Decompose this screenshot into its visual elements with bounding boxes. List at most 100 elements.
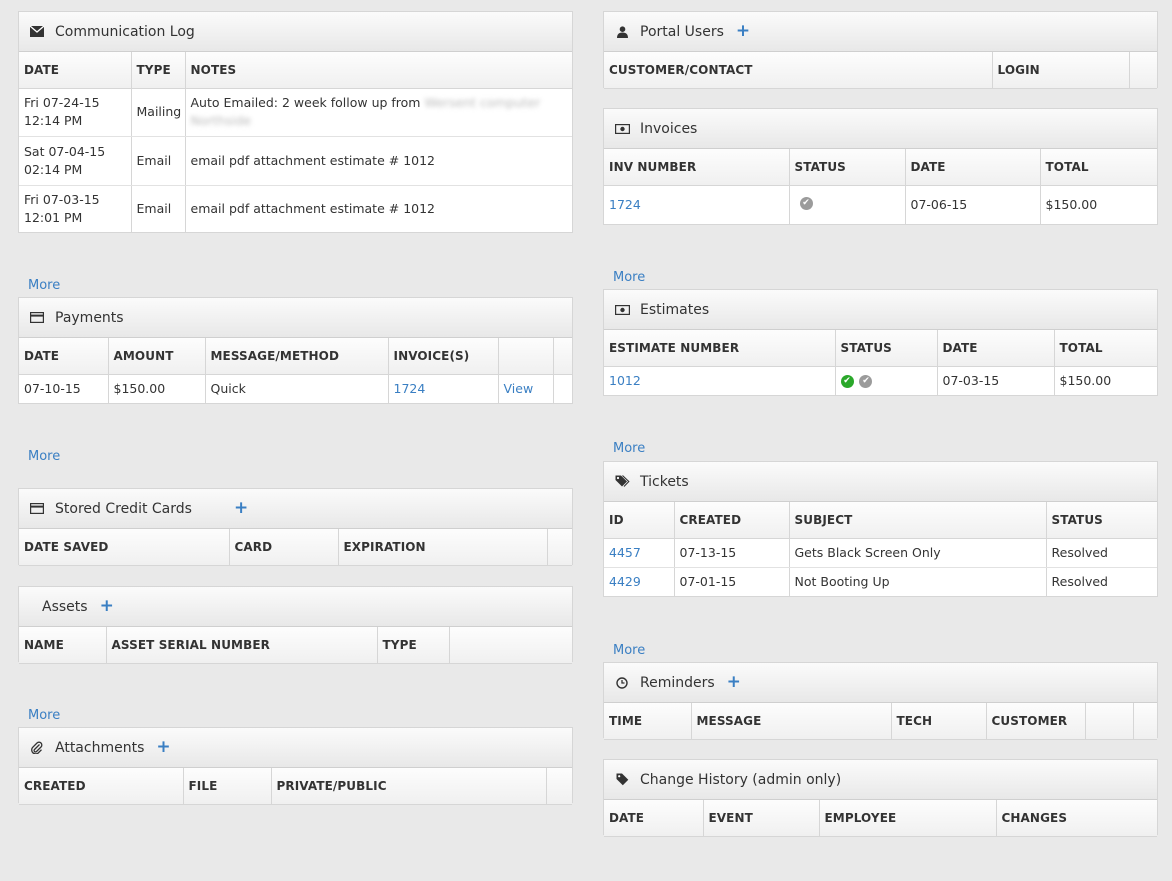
log-notes-text: Auto Emailed: 2 week follow up from xyxy=(190,95,421,110)
column-header-date[interactable]: DATE xyxy=(19,338,109,375)
table-row: 4457 07-13-15 Gets Black Screen Only Res… xyxy=(604,538,1157,568)
column-header-login[interactable]: LOGIN xyxy=(992,52,1130,89)
column-header-changes[interactable]: CHANGES xyxy=(996,800,1157,837)
column-header-visibility[interactable]: PRIVATE/PUBLIC xyxy=(271,768,547,805)
communication-log-more-link[interactable]: More xyxy=(28,278,60,293)
column-header-serial[interactable]: ASSET SERIAL NUMBER xyxy=(106,627,378,664)
payment-invoice-cell: 1724 xyxy=(388,374,499,404)
payments-more-link[interactable]: More xyxy=(28,449,60,464)
estimate-number-link[interactable]: 1012 xyxy=(609,373,641,388)
tickets-more-link[interactable]: More xyxy=(613,643,645,658)
log-date: Sat 07-04-15 02:14 PM xyxy=(19,136,132,186)
status-green-check-icon: ✔ xyxy=(840,375,854,389)
column-header-type[interactable]: TYPE xyxy=(377,627,450,664)
column-header-extra xyxy=(553,338,572,375)
invoices-panel: Invoices INV NUMBER STATUS DATE TOTAL 17… xyxy=(603,108,1158,225)
ticket-status: Resolved xyxy=(1051,573,1108,589)
stored-credit-cards-title: Stored Credit Cards xyxy=(55,500,192,517)
payment-view-link[interactable]: View xyxy=(504,381,534,396)
user-icon xyxy=(614,24,630,40)
invoice-number-cell: 1724 xyxy=(604,185,790,225)
column-header-date[interactable]: DATE xyxy=(905,149,1041,186)
column-header-method[interactable]: MESSAGE/METHOD xyxy=(205,338,389,375)
column-header-date[interactable]: DATE xyxy=(937,330,1055,367)
column-header-file[interactable]: FILE xyxy=(183,768,272,805)
log-date-day: Fri 07-24-15 xyxy=(24,95,100,110)
column-header-date[interactable]: DATE xyxy=(19,52,132,89)
log-date-time: 12:01 PM xyxy=(24,210,83,226)
ticket-id-link[interactable]: 4429 xyxy=(609,574,641,589)
change-history-header: Change History (admin only) xyxy=(604,760,1157,800)
ticket-id-link[interactable]: 4457 xyxy=(609,545,641,560)
add-portal-user-button[interactable]: + xyxy=(736,23,750,40)
column-header-time[interactable]: TIME xyxy=(604,703,692,740)
communication-log-header: Communication Log xyxy=(19,12,572,52)
column-header-inv-number[interactable]: INV NUMBER xyxy=(604,149,790,186)
invoice-number-link[interactable]: 1724 xyxy=(609,197,641,212)
add-credit-card-button[interactable]: + xyxy=(234,500,248,517)
table-row: 4429 07-01-15 Not Booting Up Resolved xyxy=(604,567,1157,596)
column-header-status[interactable]: STATUS xyxy=(1046,502,1157,539)
payments-header: Payments xyxy=(19,298,572,338)
column-header-status[interactable]: STATUS xyxy=(835,330,938,367)
estimates-title: Estimates xyxy=(640,301,710,318)
portal-users-header: Portal Users + xyxy=(604,12,1157,52)
paperclip-icon xyxy=(29,740,45,756)
assets-more-link[interactable]: More xyxy=(28,708,60,723)
column-header-total[interactable]: TOTAL xyxy=(1040,149,1157,186)
table-row: Fri 07-24-15 12:14 PM Mailing Auto Emaile… xyxy=(19,88,572,137)
payment-invoice-link[interactable]: 1724 xyxy=(394,381,426,396)
column-header-event[interactable]: EVENT xyxy=(703,800,820,837)
column-header-total[interactable]: TOTAL xyxy=(1054,330,1157,367)
estimates-more-link[interactable]: More xyxy=(613,441,645,456)
column-header-type[interactable]: TYPE xyxy=(131,52,186,89)
payment-extra-cell xyxy=(553,374,572,404)
invoice-total: $150.00 xyxy=(1045,197,1098,213)
invoices-more-link[interactable]: More xyxy=(613,270,645,285)
column-header-extra xyxy=(546,768,572,805)
column-header-created[interactable]: CREATED xyxy=(674,502,790,539)
estimate-total: $150.00 xyxy=(1059,373,1112,389)
column-header-date-saved[interactable]: DATE SAVED xyxy=(19,529,230,566)
column-header-notes[interactable]: NOTES xyxy=(185,52,572,89)
log-date-time: 02:14 PM xyxy=(24,161,83,177)
log-type: Mailing xyxy=(131,88,186,137)
column-header-action xyxy=(498,338,554,375)
log-type: Email xyxy=(131,185,186,233)
column-header-card[interactable]: CARD xyxy=(229,529,339,566)
column-header-subject[interactable]: SUBJECT xyxy=(789,502,1047,539)
column-header-message[interactable]: MESSAGE xyxy=(691,703,892,740)
column-header-amount[interactable]: AMOUNT xyxy=(108,338,206,375)
column-header-invoices[interactable]: INVOICE(S) xyxy=(388,338,499,375)
add-asset-button[interactable]: + xyxy=(100,598,114,615)
column-header-tech[interactable]: TECH xyxy=(891,703,987,740)
column-header-status[interactable]: STATUS xyxy=(789,149,906,186)
column-header-estimate-number[interactable]: ESTIMATE NUMBER xyxy=(604,330,836,367)
ticket-status: Resolved xyxy=(1046,538,1157,568)
portal-users-panel: Portal Users + CUSTOMER/CONTACT LOGIN xyxy=(603,11,1158,89)
payment-method: Quick xyxy=(205,374,389,404)
ticket-subject: Gets Black Screen Only xyxy=(789,538,1047,568)
invoice-status-cell: ✔ xyxy=(789,185,906,225)
money-icon xyxy=(614,302,630,318)
stored-credit-cards-header: Stored Credit Cards + xyxy=(19,489,572,529)
add-attachment-button[interactable]: + xyxy=(156,739,170,756)
reminders-table: TIME MESSAGE TECH CUSTOMER xyxy=(604,703,1157,740)
estimates-header: Estimates xyxy=(604,290,1157,330)
portal-users-table: CUSTOMER/CONTACT LOGIN xyxy=(604,52,1157,89)
tickets-table: ID CREATED SUBJECT STATUS 4457 07-13-15 … xyxy=(604,502,1157,596)
invoices-title: Invoices xyxy=(640,120,698,137)
table-row: 07-10-15 $150.00 Quick 1724 View xyxy=(19,374,572,404)
column-header-date[interactable]: DATE xyxy=(604,800,704,837)
table-row: 1724 ✔ 07-06-15 $150.00 xyxy=(604,185,1157,225)
estimates-table: ESTIMATE NUMBER STATUS DATE TOTAL 1012 ✔… xyxy=(604,330,1157,396)
column-header-created[interactable]: CREATED xyxy=(19,768,184,805)
column-header-employee[interactable]: EMPLOYEE xyxy=(819,800,997,837)
column-header-id[interactable]: ID xyxy=(604,502,675,539)
column-header-customer[interactable]: CUSTOMER xyxy=(986,703,1086,740)
column-header-expiration[interactable]: EXPIRATION xyxy=(338,529,548,566)
column-header-name[interactable]: NAME xyxy=(19,627,107,664)
column-header-customer-contact[interactable]: CUSTOMER/CONTACT xyxy=(604,52,993,89)
add-reminder-button[interactable]: + xyxy=(727,674,741,691)
communication-log-title: Communication Log xyxy=(55,23,195,40)
